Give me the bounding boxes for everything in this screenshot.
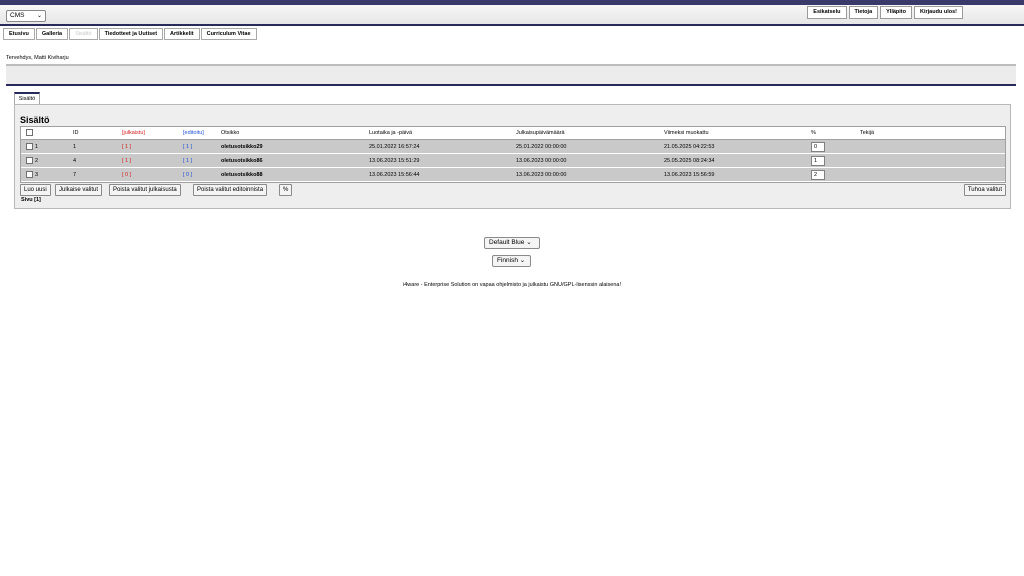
row-number: 3: [35, 172, 39, 178]
row-edited-toggle[interactable]: [ 0 ]: [183, 168, 192, 182]
row-published-toggle[interactable]: [ 0 ]: [122, 168, 131, 182]
row-percent-cell: 1: [811, 154, 825, 168]
table-header-row: ID [julkaistu] [editoitu] Otsikko Luotai…: [21, 127, 1005, 140]
row-created: 13.06.2023 15:51:29: [369, 158, 420, 164]
column-header-created[interactable]: Luotaika ja -päivä: [369, 127, 412, 140]
tab-cv[interactable]: Curriculum Vitae: [200, 28, 257, 40]
row-select-cell: 1: [26, 140, 38, 154]
row-number: 2: [35, 158, 39, 164]
row-checkbox[interactable]: [26, 171, 33, 179]
pagination[interactable]: Sivu [1]: [21, 197, 41, 203]
row-id: 1: [73, 144, 77, 150]
row-id: 4: [73, 158, 77, 164]
unedit-selected-button[interactable]: Poista valitut editoinnista: [193, 184, 268, 196]
percent-button[interactable]: %: [279, 184, 293, 196]
app-select[interactable]: CMS ⌄: [6, 10, 46, 22]
new-button[interactable]: Luo uusi: [20, 184, 51, 196]
select-all-cell: [26, 127, 35, 140]
panel-title: Sisältö: [20, 115, 50, 125]
tab-home[interactable]: Etusivu: [3, 28, 35, 40]
row-title-link[interactable]: oletusotsikko86: [221, 154, 263, 168]
row-number: 1: [35, 144, 39, 150]
tab-news[interactable]: Tiedotteet ja Uutiset: [98, 28, 164, 40]
theme-select[interactable]: Default Blue ⌄: [484, 237, 540, 249]
row-title-link[interactable]: oletusotsikko29: [221, 140, 263, 154]
main-tabs: Etusivu Galleria Sisältö Tiedotteet ja U…: [3, 28, 257, 40]
row-percent-input[interactable]: 0: [811, 141, 825, 152]
tab-gallery[interactable]: Galleria: [35, 28, 69, 40]
language-select-value: Finnish: [497, 257, 518, 264]
column-header-percent: %: [811, 130, 816, 136]
language-select[interactable]: Finnish ⌄: [492, 255, 531, 267]
logout-button[interactable]: Kirjaudu ulos!: [914, 6, 963, 19]
row-percent-cell: 2: [811, 168, 825, 182]
about-button[interactable]: Tietoja: [848, 6, 879, 19]
tab-content: Sisältö: [69, 28, 98, 40]
column-header-pubdate[interactable]: Julkaisupäivämäärä: [516, 127, 565, 140]
row-select-cell: 2: [26, 154, 38, 168]
row-title-link[interactable]: oletusotsikko88: [221, 168, 263, 182]
column-header-title[interactable]: Otsikko: [221, 127, 239, 140]
row-modified: 21.05.2025 04:22:53: [664, 144, 715, 150]
toolbar-strip: [6, 64, 1016, 86]
chevron-down-icon: ⌄: [36, 13, 42, 19]
chevron-down-icon: ⌄: [526, 239, 532, 246]
unpublish-selected-button[interactable]: Poista valitut julkaisusta: [109, 184, 181, 196]
row-checkbox[interactable]: [26, 157, 33, 165]
header-bar: CMS ⌄ Esikatselu Tietoja Ylläpito Kirjau…: [0, 5, 1024, 26]
preview-button[interactable]: Esikatselu: [807, 6, 847, 19]
row-created: 13.06.2023 15:56:44: [369, 172, 420, 178]
tab-articles[interactable]: Artikkelit: [164, 28, 200, 40]
app-select-value: CMS: [10, 12, 25, 19]
table-actions: Luo uusi Julkaise valitut Poista valitut…: [20, 184, 1006, 196]
row-select-cell: 3: [26, 168, 38, 182]
table-row: 3 7 [ 0 ] [ 0 ] oletusotsikko88 13.06.20…: [21, 168, 1005, 182]
footer-license-note: i4ware - Enterprise Solution on vapaa oh…: [403, 282, 621, 288]
column-header-edited[interactable]: [editoitu]: [183, 127, 204, 140]
row-created: 25.01.2022 16:57:24: [369, 144, 420, 150]
greeting-text: Tervehdys, Matti Kiviharju: [6, 55, 69, 61]
top-menu: Esikatselu Tietoja Ylläpito Kirjaudu ulo…: [807, 6, 963, 19]
row-modified: 13.06.2023 15:56:59: [664, 172, 715, 178]
table-row: 1 1 [ 1 ] [ 1 ] oletusotsikko29 25.01.20…: [21, 140, 1005, 154]
table-row: 2 4 [ 1 ] [ 1 ] oletusotsikko86 13.06.20…: [21, 154, 1005, 168]
row-published-toggle[interactable]: [ 1 ]: [122, 140, 131, 154]
row-percent-cell: 0: [811, 140, 825, 154]
row-percent-input[interactable]: 1: [811, 155, 825, 166]
row-percent-input[interactable]: 2: [811, 169, 825, 180]
row-checkbox[interactable]: [26, 143, 33, 151]
row-published-toggle[interactable]: [ 1 ]: [122, 154, 131, 168]
content-table: ID [julkaistu] [editoitu] Otsikko Luotai…: [20, 126, 1006, 183]
column-header-published[interactable]: [julkaistu]: [122, 127, 145, 140]
row-modified: 25.05.2025 08:24:34: [664, 158, 715, 164]
row-id: 7: [73, 172, 77, 178]
column-header-author[interactable]: Tekijä: [860, 127, 874, 140]
chevron-down-icon: ⌄: [519, 257, 526, 264]
row-edited-toggle[interactable]: [ 1 ]: [183, 154, 192, 168]
column-header-modified[interactable]: Viimeksi muokattu: [664, 127, 709, 140]
publish-selected-button[interactable]: Julkaise valitut: [55, 184, 103, 196]
row-pubdate: 13.06.2023 00:00:00: [516, 158, 567, 164]
content-panel: Sisältö ID [julkaistu] [editoitu] Otsikk…: [14, 104, 1011, 209]
select-all-checkbox[interactable]: [26, 129, 33, 137]
row-edited-toggle[interactable]: [ 1 ]: [183, 140, 192, 154]
admin-button[interactable]: Ylläpito: [880, 6, 913, 19]
column-header-id[interactable]: ID: [73, 127, 79, 140]
row-pubdate: 25.01.2022 00:00:00: [516, 144, 567, 150]
theme-select-value: Default Blue: [489, 239, 525, 246]
delete-selected-button[interactable]: Tuhoa valitut: [963, 184, 1006, 196]
row-pubdate: 13.06.2023 00:00:00: [516, 172, 567, 178]
